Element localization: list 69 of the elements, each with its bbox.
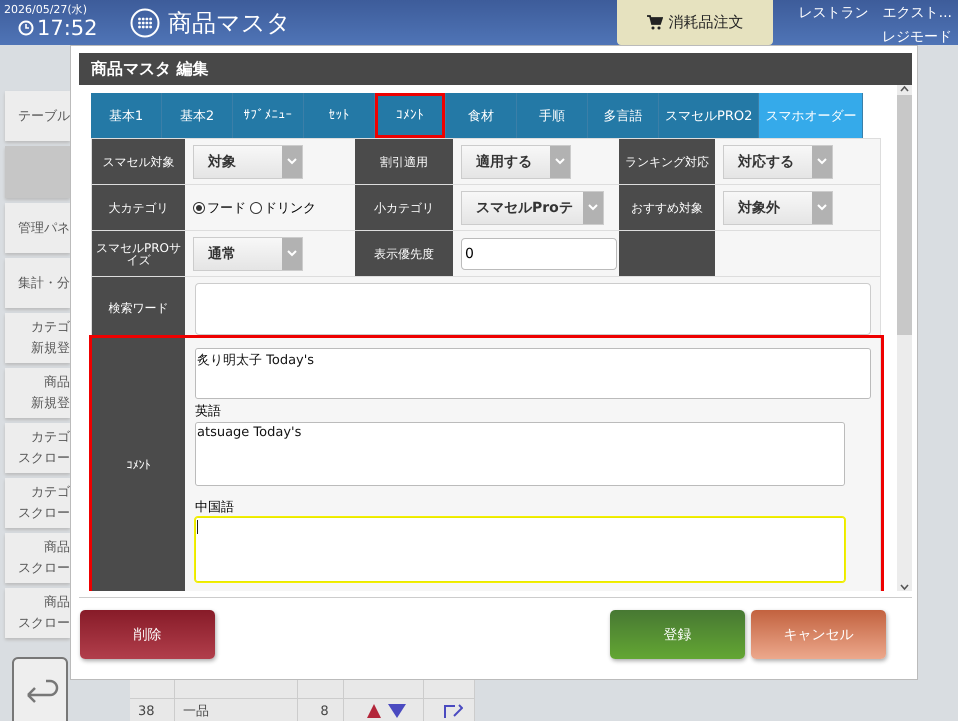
cart-icon [646, 15, 662, 30]
field-label: スマセルPROサイズ [92, 231, 185, 276]
field-label: おすすめ対象 [619, 185, 715, 230]
tab[interactable]: 手順 [517, 93, 588, 138]
sidebar-item[interactable]: 管理パネ [5, 203, 70, 253]
grid-menu-icon[interactable] [130, 8, 160, 38]
field-label: 検索ワード [92, 277, 185, 339]
sidebar-item[interactable]: 商品 スクロー [5, 533, 70, 583]
table-cell: 38 [130, 699, 175, 721]
input-field[interactable]: 0 [461, 238, 617, 270]
sidebar-item[interactable]: カテゴ スクロー [5, 478, 70, 528]
table-cell: 8 [298, 699, 344, 721]
tab[interactable]: ｻﾌﾞﾒﾆｭｰ [233, 93, 304, 138]
date-text: 2026/05/27(水) [4, 3, 88, 16]
tab[interactable]: 多言語 [588, 93, 659, 138]
field-label: 表示優先度 [355, 231, 453, 276]
comment-textarea[interactable]: atsuage Today's [195, 422, 845, 486]
chevron-down-icon [817, 158, 827, 165]
delete-button[interactable]: 削除 [80, 610, 215, 659]
chevron-down-icon [555, 158, 565, 165]
field-label: 大カテゴリ [92, 185, 185, 230]
tab[interactable]: 食材 [446, 93, 517, 138]
tab[interactable]: ｾｯﾄ [304, 93, 375, 138]
field-label: 割引適用 [355, 139, 453, 184]
radio-option[interactable]: フード [193, 198, 246, 216]
order-button[interactable]: 消耗品注文 [617, 0, 773, 45]
sidebar-item[interactable]: 集計・分 [5, 258, 70, 308]
edit-icon[interactable] [443, 704, 463, 718]
tab[interactable]: ｺﾒﾝﾄ [375, 93, 446, 138]
clock-icon [18, 20, 34, 36]
tab[interactable]: 基本1 [91, 93, 162, 138]
mode-text: レジモード [882, 28, 952, 46]
table-cell: 一品 [175, 699, 298, 721]
sidebar-item[interactable]: カテゴ スクロー [5, 423, 70, 473]
dialog-title: 商品マスタ 編集 [79, 53, 912, 85]
language-label: 中国語 [195, 500, 235, 516]
scrollbar[interactable] [897, 85, 912, 591]
field-label: 小カテゴリ [355, 185, 453, 230]
dropdown[interactable]: 適用する [461, 144, 571, 178]
dropdown[interactable]: 対象 [193, 144, 303, 178]
language-label: 英語 [195, 404, 222, 420]
tab[interactable]: スマセルPRO2 [659, 93, 760, 138]
chevron-down-icon [287, 250, 297, 257]
field-label: ランキング対応 [619, 139, 715, 184]
save-button[interactable]: 登録 [610, 610, 745, 659]
time-text: 17:52 [37, 16, 98, 40]
sidebar-item[interactable]: 商品 新規登 [5, 368, 70, 418]
dropdown[interactable]: 対応する [723, 144, 833, 178]
chevron-down-icon[interactable] [900, 583, 909, 591]
search-word-field[interactable] [195, 283, 871, 335]
text-cursor [197, 520, 198, 534]
chevron-up-icon[interactable] [900, 85, 909, 93]
field-label: ｺﾒﾝﾄ [92, 339, 185, 591]
sidebar-item[interactable]: カテゴ 新規登 [5, 313, 70, 363]
dropdown[interactable]: スマセルProテ [461, 190, 604, 224]
sidebar-item[interactable]: 商品 スクロー [5, 588, 70, 638]
sidebar-item[interactable]: テーブル [5, 91, 70, 141]
comment-textarea[interactable]: 炙り明太子 Today's [195, 348, 871, 399]
dropdown[interactable]: 対象外 [723, 190, 833, 224]
field-label: スマセル対象 [92, 139, 185, 184]
chevron-down-icon [588, 204, 598, 211]
dropdown[interactable]: 通常 [193, 236, 303, 270]
tab[interactable]: 基本2 [162, 93, 233, 138]
page-title: 商品マスタ [168, 8, 291, 38]
chevron-down-icon [287, 158, 297, 165]
chevron-down-icon [817, 204, 827, 211]
radio-option[interactable]: ドリンク [250, 198, 316, 216]
store-name: レストラン エクスト... [798, 4, 952, 22]
back-button[interactable] [12, 657, 68, 721]
